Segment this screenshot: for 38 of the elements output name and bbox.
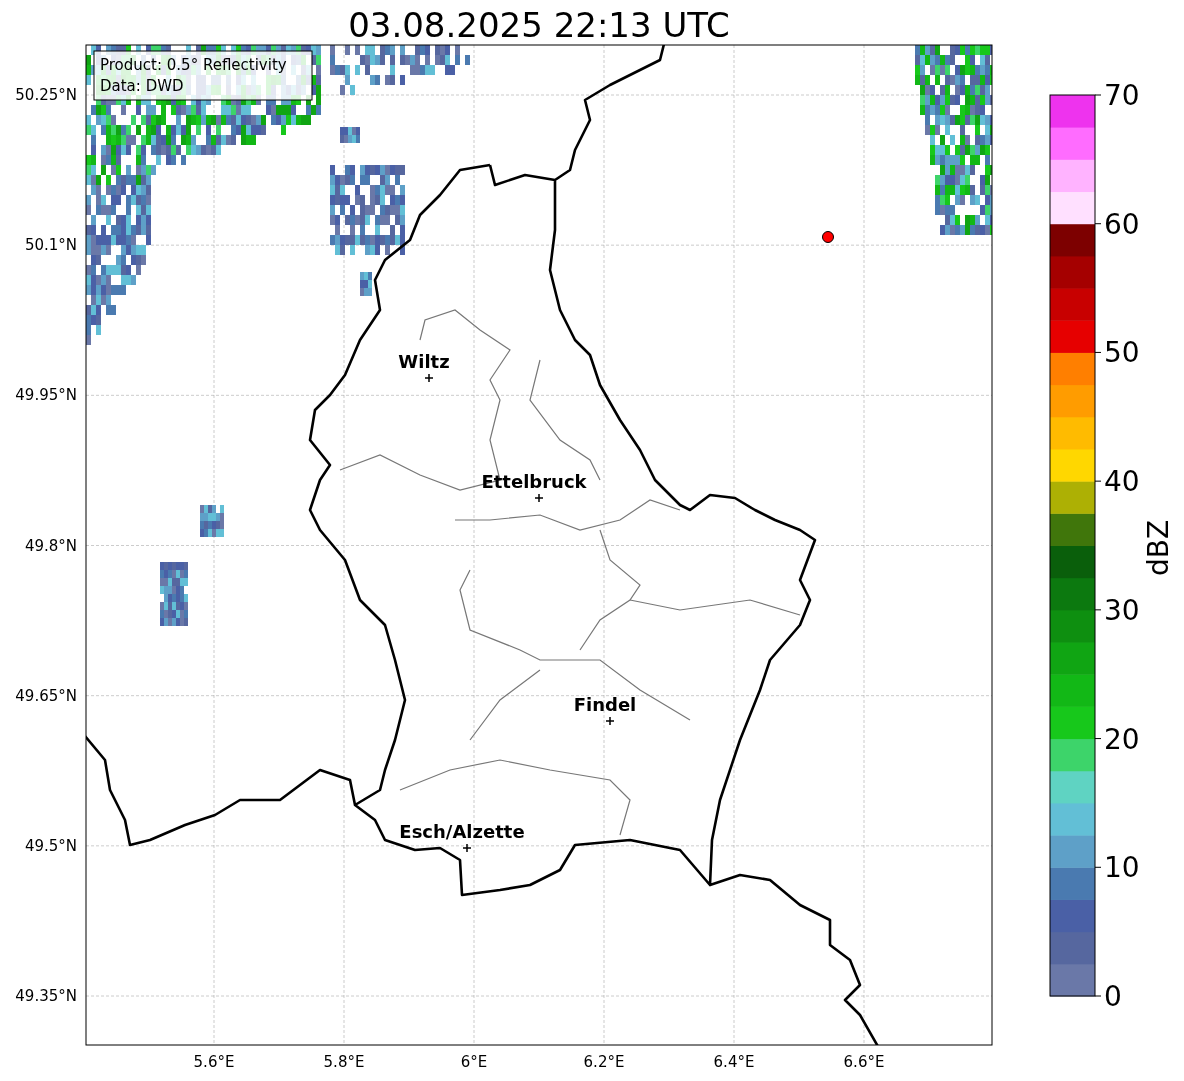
latitude-label: 50.25°N (15, 86, 77, 104)
city-label: Esch/Alzette (399, 821, 525, 842)
latitude-label: 49.95°N (15, 386, 77, 405)
city-marker (605, 716, 615, 726)
latitude-label: 49.5°N (24, 836, 77, 855)
radar-site-marker (822, 231, 834, 243)
city-marker (462, 843, 472, 853)
colorbar-tick-label: 0 (1104, 980, 1122, 1013)
longitude-label: 6.2°E (583, 1053, 625, 1071)
longitude-label: 6°E (460, 1053, 488, 1071)
city-label: Findel (573, 694, 637, 715)
colorbar-tick-label: 60 (1104, 207, 1140, 241)
colorbar-tick-label: 30 (1104, 593, 1140, 627)
radar-echo-drawing (360, 272, 372, 296)
radar-echo-drawing (340, 127, 360, 143)
city-label: Wiltz (398, 351, 450, 372)
city-label: Ettelbruck (481, 471, 587, 492)
longitude-label: 6.4°E (713, 1053, 755, 1071)
chart-title: 03.08.2025 22:13 UTC (348, 5, 730, 45)
city-marker (534, 493, 544, 503)
city-marker (424, 373, 434, 383)
info-text: Product: 0.5° Reflectivity (100, 56, 287, 74)
colorbar-label: dBZ (1142, 519, 1175, 577)
colorbar-tick-label: 70 (1104, 79, 1140, 112)
longitude-label: 6.6°E (843, 1053, 885, 1071)
info-text: Data: DWD (100, 77, 184, 95)
latitude-label: 50.1°N (24, 236, 77, 255)
colorbar-tick-label: 50 (1104, 336, 1140, 370)
longitude-label: 5.6°E (193, 1053, 235, 1071)
colorbar-tick-label: 10 (1104, 851, 1140, 885)
colorbar-tick-label: 20 (1104, 722, 1140, 756)
latitude-label: 49.8°N (24, 536, 77, 555)
longitude-label: 5.8°E (323, 1053, 365, 1071)
radar-echo-drawing (200, 505, 224, 537)
latitude-label: 49.65°N (15, 686, 77, 705)
radar-echo-drawing (160, 562, 188, 626)
colorbar-tick-label: 40 (1104, 465, 1140, 499)
latitude-label: 49.35°N (15, 987, 77, 1005)
